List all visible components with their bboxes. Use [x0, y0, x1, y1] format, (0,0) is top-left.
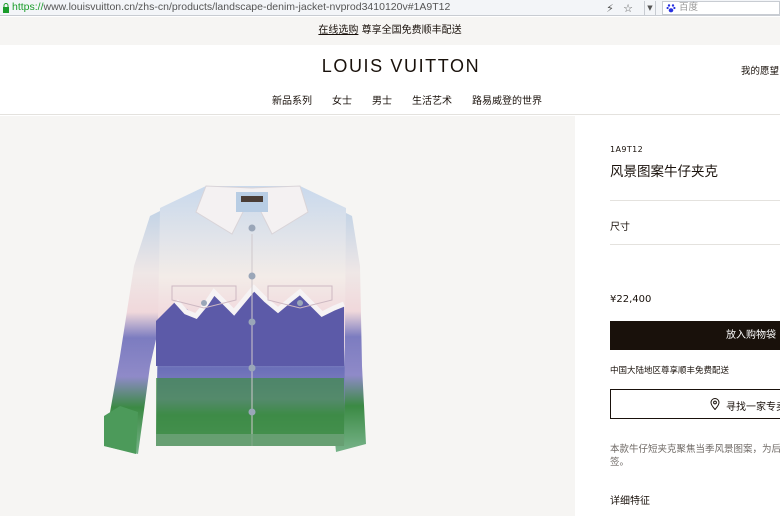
description-line: 签。 — [610, 457, 630, 468]
star-icon[interactable]: ☆ — [619, 2, 637, 15]
divider — [610, 200, 780, 201]
product-sku: 1A9T12 — [610, 145, 644, 154]
lock-icon — [3, 3, 9, 13]
promo-text: 尊享全国免费顺丰配送 — [358, 25, 462, 36]
size-selector[interactable]: 尺寸 — [610, 218, 630, 233]
product-image-area[interactable] — [0, 116, 575, 516]
url-text[interactable]: https://www.louisvuitton.cn/zhs-cn/produ… — [12, 1, 450, 13]
nav-item-women[interactable]: 女士 — [332, 92, 352, 107]
product-info-panel: 1A9T12 风景图案牛仔夹克 尺寸 ¥22,400 放入购物袋 中国大陆地区尊… — [576, 116, 780, 516]
product-description: 本款牛仔短夹克聚焦当季风景图案，为后摆 签。 — [610, 443, 780, 469]
baidu-paw-icon — [666, 4, 676, 13]
product-title: 风景图案牛仔夹克 — [610, 164, 718, 180]
promo-bar: 在线选购 尊享全国免费顺丰配送 — [0, 17, 780, 45]
browser-search-box[interactable]: 百度 — [662, 1, 780, 15]
main-nav: 新品系列 女士 男士 生活艺术 路易威登的世界 — [272, 92, 542, 107]
find-store-label: 寻找一家专卖 — [726, 402, 780, 413]
shipping-note: 中国大陆地区尊享顺丰免费配送 — [610, 366, 730, 376]
nav-item-living[interactable]: 生活艺术 — [412, 92, 452, 107]
shop-online-link[interactable]: 在线选购 — [318, 25, 358, 36]
product-price: ¥22,400 — [610, 294, 652, 305]
site-header: LOUIS VUITTON 我的愿望 新品系列 女士 男士 生活艺术 路易威登的… — [0, 45, 780, 115]
add-to-cart-button[interactable]: 放入购物袋 — [610, 321, 780, 350]
find-store-button[interactable]: 寻找一家专卖 — [610, 389, 780, 419]
nav-item-world[interactable]: 路易威登的世界 — [472, 92, 542, 107]
lightning-icon[interactable]: ⚡ — [601, 2, 619, 15]
divider — [610, 244, 780, 245]
search-placeholder: 百度 — [679, 2, 699, 13]
browser-address-bar[interactable]: https://www.louisvuitton.cn/zhs-cn/produ… — [0, 0, 780, 16]
details-section-toggle[interactable]: 详细特征 — [610, 492, 650, 507]
nav-item-new[interactable]: 新品系列 — [272, 92, 312, 107]
jacket-image — [104, 185, 366, 454]
nav-item-men[interactable]: 男士 — [372, 92, 392, 107]
location-pin-icon — [710, 398, 720, 410]
brand-logo[interactable]: LOUIS VUITTON — [0, 56, 780, 77]
description-line: 本款牛仔短夹克聚焦当季风景图案，为后摆 — [610, 444, 780, 455]
chevron-down-icon[interactable]: ▼ — [644, 1, 656, 15]
wishlist-link[interactable]: 我的愿望 — [741, 63, 779, 77]
